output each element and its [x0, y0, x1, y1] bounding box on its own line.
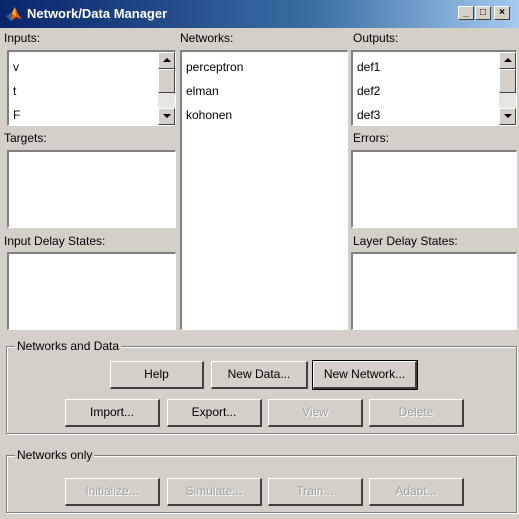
network-data-manager-window: Network/Data Manager _ □ × Inputs: Netwo… — [0, 0, 519, 519]
layer-delay-states-label: Layer Delay States: — [353, 234, 458, 248]
close-icon: × — [499, 7, 505, 18]
export-button[interactable]: Export... — [167, 399, 262, 427]
errors-listbox[interactable] — [351, 150, 517, 228]
targets-label: Targets: — [4, 131, 47, 145]
input-delay-states-label: Input Delay States: — [4, 234, 106, 248]
outputs-listbox[interactable]: def1 def2 def3 — [351, 50, 517, 126]
window-title: Network/Data Manager — [27, 6, 168, 21]
group-title: Networks only — [15, 448, 95, 462]
list-item[interactable]: t — [13, 84, 16, 98]
title-bar[interactable]: Network/Data Manager _ □ × — [0, 0, 519, 28]
list-item[interactable]: def2 — [357, 84, 380, 98]
arrow-up-icon — [504, 58, 512, 62]
inputs-label: Inputs: — [4, 31, 41, 45]
outputs-scrollbar[interactable] — [499, 52, 516, 125]
networks-label: Networks: — [180, 31, 234, 45]
list-item[interactable]: perceptron — [186, 60, 243, 74]
scroll-down-button[interactable] — [499, 108, 516, 125]
list-item[interactable]: elman — [186, 84, 219, 98]
matlab-logo-icon — [6, 7, 22, 21]
new-network-button[interactable]: New Network... — [312, 360, 418, 390]
list-item[interactable]: F — [13, 108, 20, 122]
initialize-button[interactable]: Initialize... — [65, 478, 160, 506]
scroll-thumb[interactable] — [499, 69, 516, 93]
new-data-button[interactable]: New Data... — [211, 361, 308, 389]
close-button[interactable]: × — [494, 6, 510, 20]
maximize-button[interactable]: □ — [475, 6, 491, 20]
simulate-button[interactable]: Simulate... — [167, 478, 262, 506]
errors-label: Errors: — [353, 131, 389, 145]
scroll-up-button[interactable] — [499, 52, 516, 69]
arrow-down-icon — [504, 114, 512, 118]
group-title: Networks and Data — [15, 339, 122, 353]
minimize-icon: _ — [463, 7, 469, 18]
scroll-thumb[interactable] — [158, 69, 175, 93]
input-delay-states-listbox[interactable] — [7, 252, 176, 330]
outputs-label: Outputs: — [353, 31, 399, 45]
list-item[interactable]: kohonen — [186, 108, 232, 122]
import-button[interactable]: Import... — [65, 399, 160, 427]
list-item[interactable]: v — [13, 60, 19, 74]
maximize-icon: □ — [479, 7, 487, 18]
new-network-label: New Network... — [323, 367, 406, 381]
help-button[interactable]: Help — [110, 361, 204, 389]
delete-button[interactable]: Delete — [369, 399, 464, 427]
adapt-button[interactable]: Adapt... — [369, 478, 464, 506]
networks-listbox[interactable]: perceptron elman kohonen — [180, 50, 348, 330]
view-button[interactable]: View — [268, 399, 363, 427]
list-item[interactable]: def3 — [357, 108, 380, 122]
minimize-button[interactable]: _ — [458, 6, 474, 20]
arrow-up-icon — [163, 58, 171, 62]
train-button[interactable]: Train... — [268, 478, 363, 506]
arrow-down-icon — [163, 114, 171, 118]
inputs-listbox[interactable]: v t F — [7, 50, 176, 126]
layer-delay-states-listbox[interactable] — [351, 252, 517, 330]
list-item[interactable]: def1 — [357, 60, 380, 74]
targets-listbox[interactable] — [7, 150, 176, 228]
inputs-scrollbar[interactable] — [158, 52, 175, 125]
scroll-down-button[interactable] — [158, 108, 175, 125]
scroll-up-button[interactable] — [158, 52, 175, 69]
